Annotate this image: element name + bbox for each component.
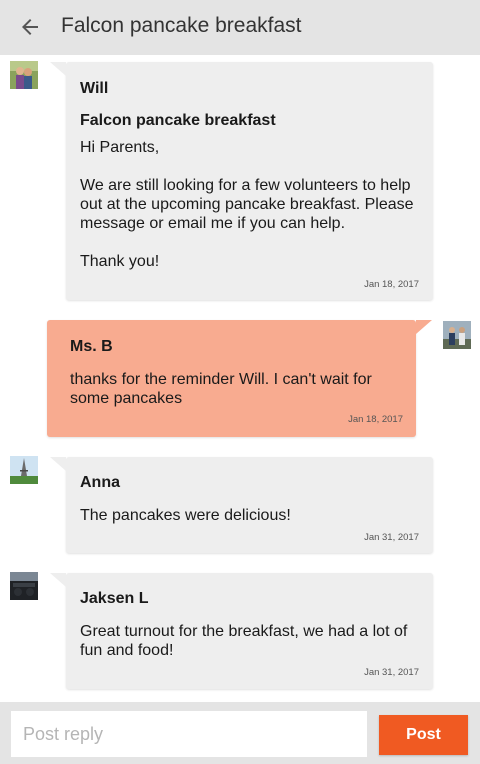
message-author: Will [80, 80, 109, 97]
message-body: Hi Parents, We are still looking for a f… [80, 139, 414, 270]
avatar-photo-icon [10, 456, 38, 484]
bubble-tail [50, 62, 66, 76]
message-bubble: Will Falcon pancake breakfast Hi Parents… [50, 62, 433, 300]
message-bubble: Ms. B thanks for the reminder Will. I ca… [47, 320, 432, 437]
avatar-ms-b[interactable] [443, 321, 471, 349]
message-body: Great turnout for the breakfast, we had … [80, 623, 408, 659]
message-date: Jan 31, 2017 [364, 532, 419, 543]
avatar-jaksen-l[interactable] [10, 572, 38, 600]
bubble-tail [50, 573, 66, 587]
reply-input[interactable] [11, 711, 367, 757]
page-title: Falcon pancake breakfast [61, 14, 302, 37]
message-thread[interactable]: Will Falcon pancake breakfast Hi Parents… [0, 55, 480, 702]
message-date: Jan 18, 2017 [348, 414, 403, 425]
message-author: Ms. B [70, 338, 113, 355]
avatar-photo-icon [10, 61, 38, 89]
message-body: The pancakes were delicious! [80, 507, 291, 524]
app-bar: Falcon pancake breakfast [0, 0, 480, 55]
message-body: thanks for the reminder Will. I can't wa… [70, 371, 372, 407]
arrow-left-icon [22, 19, 38, 35]
bubble-tail [50, 457, 66, 471]
message-bubble: Anna The pancakes were delicious! Jan 31… [50, 457, 433, 553]
message-author: Anna [80, 474, 120, 491]
bubble-tail [416, 320, 432, 334]
message-date: Jan 18, 2017 [364, 279, 419, 290]
post-button[interactable]: Post [379, 715, 468, 755]
message-bubble: Jaksen L Great turnout for the breakfast… [50, 573, 433, 689]
message-subject: Falcon pancake breakfast [80, 112, 276, 129]
message-author: Jaksen L [80, 590, 149, 607]
avatar-photo-icon [10, 572, 38, 600]
avatar-photo-icon [443, 321, 471, 349]
avatar-will[interactable] [10, 61, 38, 89]
reply-composer: Post [0, 702, 480, 764]
avatar-anna[interactable] [10, 456, 38, 484]
back-button[interactable] [14, 11, 46, 43]
message-date: Jan 31, 2017 [364, 667, 419, 678]
